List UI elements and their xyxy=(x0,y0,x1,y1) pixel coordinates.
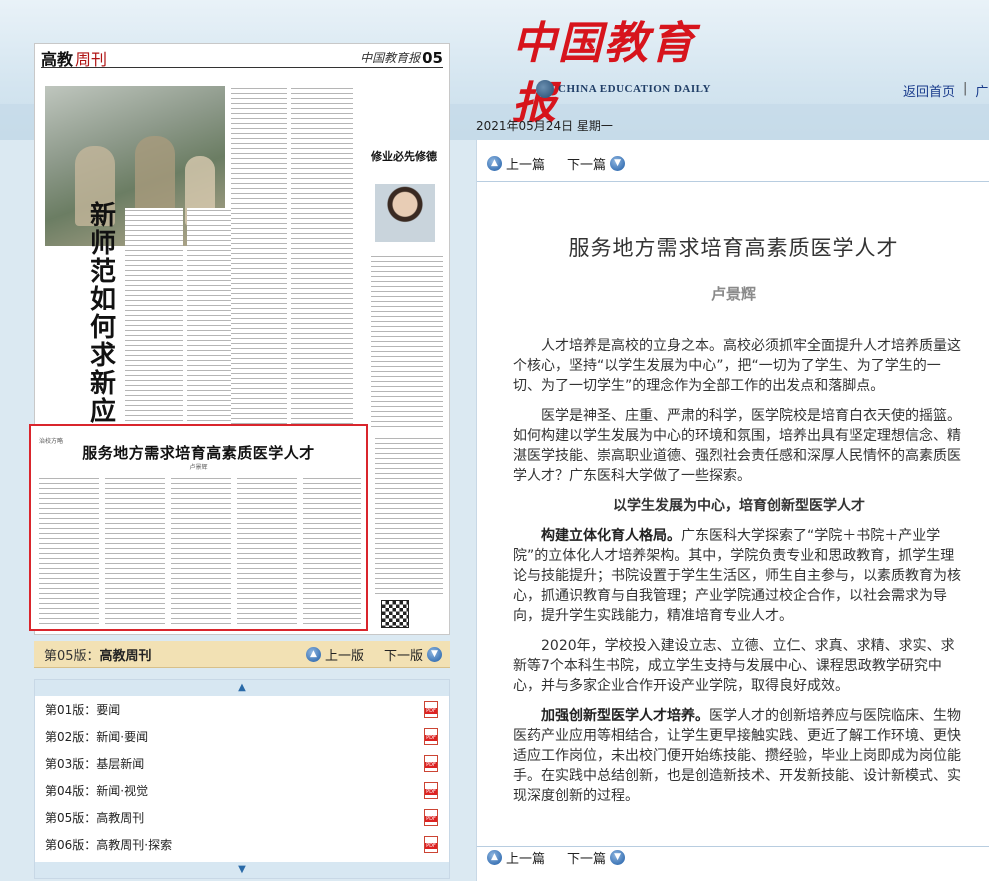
top-links: 返回首页 | 广告 xyxy=(903,81,989,100)
arrow-down-icon: ▼ xyxy=(427,646,442,662)
pdf-icon[interactable] xyxy=(424,728,438,745)
highlight-author: 卢景辉 xyxy=(189,464,208,471)
article-paragraph: 人才培养是高校的立身之本。高校必须抓牢全面提升人才培养质量这个核心，坚持“以学生… xyxy=(513,338,961,394)
pdf-icon[interactable] xyxy=(424,809,438,826)
prev-edition-label: 上一版 xyxy=(324,648,364,664)
edition-list: ▲ 第01版：要闻 第02版：新闻·要闻 第03版：基层新闻 第04版：新闻·视… xyxy=(34,679,450,879)
masthead-english: CHINA EDUCATION DAILY xyxy=(558,83,711,95)
arrow-up-icon: ▲ xyxy=(487,850,502,865)
qr-code-icon xyxy=(381,600,409,628)
text-column xyxy=(39,476,99,626)
page-section: 高教 xyxy=(41,49,74,69)
globe-icon xyxy=(536,80,554,98)
opinion-headline[interactable]: 修业必先修德 xyxy=(371,148,437,164)
edition-num: 第03版： xyxy=(45,757,97,771)
current-edition: 第05版：高教周刊 xyxy=(44,645,152,664)
article-nav-top: ▲ 上一篇 下一篇 ▼ xyxy=(487,154,626,173)
next-edition-label: 下一版 xyxy=(383,648,423,664)
article-paragraph: 加强创新型医学人才培养。医学人才的创新培养应与医院临床、生物医药产业应用等相结合… xyxy=(513,706,965,806)
highlight-title: 服务地方需求培育高素质医学人才 xyxy=(82,444,315,462)
text-column xyxy=(231,86,287,430)
article-author: 卢景辉 xyxy=(710,285,756,303)
text-column xyxy=(371,254,443,430)
article-panel: ▲ 上一篇 下一篇 ▼ 服务地方需求培育高素质医学人才 卢景辉 人才培养是高校的… xyxy=(476,140,989,881)
edition-name: 新闻·视觉 xyxy=(96,784,149,798)
arrow-up-icon: ▲ xyxy=(305,646,321,662)
edition-item[interactable]: 第05版： 高教周刊 xyxy=(35,804,449,831)
arrow-down-icon: ▼ xyxy=(610,850,626,865)
prev-article-button[interactable]: ▲ 上一篇 xyxy=(487,848,545,867)
author-portrait xyxy=(375,184,435,242)
text-column xyxy=(125,208,183,430)
article-title: 服务地方需求培育高素质医学人才 xyxy=(568,236,899,260)
text-column xyxy=(291,86,353,430)
masthead-subtitle: CHINA EDUCATION DAILY xyxy=(536,80,711,98)
edition-num: 第01版： xyxy=(45,703,97,717)
scroll-up-icon[interactable]: ▲ xyxy=(35,680,449,696)
page-header: 高教 周刊 中国教育报 05 xyxy=(41,48,443,69)
current-edition-num: 第05版： xyxy=(44,648,100,664)
article-paragraph: 2020年，学校投入建设立志、立德、立仁、求真、求精、求实、求新等7个本科生书院… xyxy=(513,638,955,694)
text-column xyxy=(105,476,165,626)
link-separator: | xyxy=(963,81,968,96)
article-body: 人才培养是高校的立身之本。高校必须抓牢全面提升人才培养质量这个核心，坚持“以学生… xyxy=(513,336,965,816)
article-subheading: 以学生发展为中心，培育创新型医学人才 xyxy=(613,498,865,514)
paragraph-lead: 加强创新型医学人才培养。 xyxy=(541,708,709,724)
edition-name: 高教周刊 xyxy=(96,811,145,825)
date-display: 2021年05月24日 星期一 xyxy=(476,119,613,133)
edition-num: 第02版： xyxy=(45,730,97,744)
article-nav-bottom: ▲ 上一篇 下一篇 ▼ xyxy=(487,848,626,867)
pdf-icon[interactable] xyxy=(424,701,438,718)
edition-item[interactable]: 第03版： 基层新闻 xyxy=(35,750,449,777)
pdf-icon[interactable] xyxy=(424,755,438,772)
edition-item[interactable]: 第04版： 新闻·视觉 xyxy=(35,777,449,804)
divider xyxy=(477,846,989,847)
current-edition-name: 高教周刊 xyxy=(99,648,152,664)
text-column xyxy=(375,436,443,596)
paragraph-lead: 构建立体化育人格局。 xyxy=(541,528,681,544)
selected-article-highlight[interactable]: 治校方略 服务地方需求培育高素质医学人才 卢景辉 xyxy=(29,424,368,631)
edition-num: 第04版： xyxy=(45,784,97,798)
edition-item[interactable]: 第02版： 新闻·要闻 xyxy=(35,723,449,750)
prev-edition-button[interactable]: ▲ 上一版 xyxy=(305,645,364,664)
arrow-down-icon: ▼ xyxy=(610,156,626,171)
edition-items: 第01版：要闻 第02版：新闻·要闻 第03版：基层新闻 第04版：新闻·视觉 … xyxy=(35,696,449,858)
edition-name: 高教周刊·探索 xyxy=(96,838,173,852)
article-paragraph: 构建立体化育人格局。广东医科大学探索了“学院＋书院＋产业学院”的立体化人才培养架… xyxy=(513,526,965,626)
next-edition-button[interactable]: 下一版 ▼ xyxy=(384,645,442,664)
edition-name: 要闻 xyxy=(96,703,121,717)
edition-bar: 第05版：高教周刊 ▲ 上一版 下一版 ▼ xyxy=(34,641,450,668)
edition-name: 新闻·要闻 xyxy=(96,730,149,744)
masthead-logo[interactable]: 中国教育报 xyxy=(512,14,702,129)
text-column xyxy=(303,476,361,626)
next-article-label: 下一篇 xyxy=(567,158,607,173)
next-article-button[interactable]: 下一篇 ▼ xyxy=(567,848,626,867)
page-section-suffix: 周刊 xyxy=(75,49,108,69)
pdf-icon[interactable] xyxy=(424,836,438,853)
divider xyxy=(477,181,989,182)
text-column xyxy=(171,476,231,626)
prev-article-label: 上一篇 xyxy=(506,852,546,867)
edition-num: 第06版： xyxy=(45,838,97,852)
vertical-headline[interactable]: 新师范如何求新应变 xyxy=(87,202,119,454)
edition-item[interactable]: 第01版： 要闻 xyxy=(35,696,449,723)
next-article-label: 下一篇 xyxy=(567,852,607,867)
edition-num: 第05版： xyxy=(45,811,97,825)
home-link[interactable]: 返回首页 xyxy=(903,81,955,100)
edition-name: 基层新闻 xyxy=(96,757,145,771)
edition-item[interactable]: 第06版： 高教周刊·探索 xyxy=(35,831,449,858)
page-number: 05 xyxy=(422,48,443,67)
scroll-down-icon[interactable]: ▼ xyxy=(35,862,449,878)
article-paragraph: 医学是神圣、庄重、严肃的科学，医学院校是培育白衣天使的摇篮。如何构建以学生发展为… xyxy=(513,408,961,484)
prev-article-label: 上一篇 xyxy=(506,158,546,173)
arrow-up-icon: ▲ xyxy=(487,156,502,171)
pdf-icon[interactable] xyxy=(424,782,438,799)
next-article-button[interactable]: 下一篇 ▼ xyxy=(567,154,626,173)
page-brand: 中国教育报 xyxy=(360,51,421,65)
ad-link[interactable]: 广告 xyxy=(975,81,989,100)
prev-article-button[interactable]: ▲ 上一篇 xyxy=(487,154,545,173)
text-column xyxy=(237,476,297,626)
masthead-title: 中国教育报 xyxy=(512,18,696,129)
